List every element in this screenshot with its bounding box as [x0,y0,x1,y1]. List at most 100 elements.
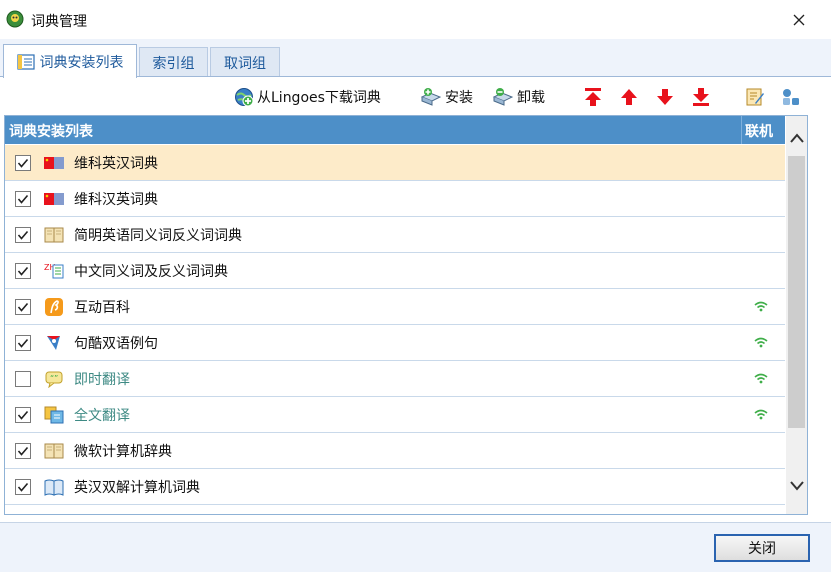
wifi-online-icon [753,300,769,316]
row-label: 微软计算机辞典 [74,444,172,460]
row-checkbox[interactable] [15,227,31,243]
edit-button[interactable] [744,86,766,108]
zh-icon: ZH [44,262,64,280]
chevron-up-icon [790,133,804,143]
table-row[interactable]: 维科汉英词典 [5,181,785,217]
checkmark-icon [17,338,29,348]
wifi-online-icon [753,336,769,352]
dialog-footer: 关闭 [0,522,831,572]
chat-icon: “” [44,370,64,389]
tab-install-list[interactable]: 词典安装列表 [3,44,137,78]
row-checkbox[interactable] [15,407,31,423]
book-icon [44,226,64,244]
row-checkbox[interactable] [15,155,31,171]
move-to-top-icon [585,88,601,106]
grid-header: 词典安装列表 联机 [5,116,785,144]
row-checkbox[interactable] [15,335,31,351]
tab-index-group[interactable]: 索引组 [139,47,208,77]
table-row[interactable]: ZH 中文同义词及反义词词典 [5,253,785,289]
main-panel: 从Lingoes下载词典 安装 卸载 词典安装列表 联机 维科英汉词典 维科汉英… [0,76,831,522]
uninstall-label: 卸载 [517,90,545,106]
table-row[interactable]: 英汉双解计算机词典 [5,469,785,505]
row-label: 即时翻译 [74,372,130,388]
download-dictionary-button[interactable]: 从Lingoes下载词典 [234,85,381,109]
row-checkbox[interactable] [15,479,31,495]
tab-bar: 词典安装列表 索引组 取词组 [0,39,831,78]
checkmark-icon [17,230,29,240]
wifi-online-icon [753,408,769,424]
uninstall-button[interactable]: 卸载 [492,85,545,109]
checkmark-icon [17,266,29,276]
row-label: 简明英语同义词反义词词典 [74,228,242,244]
row-checkbox[interactable] [15,191,31,207]
list-icon [16,53,35,70]
row-label: 维科英汉词典 [74,156,158,172]
column-divider [741,116,742,144]
blocks-icon [783,89,799,105]
window-title: 词典管理 [31,14,87,30]
row-checkbox[interactable] [15,299,31,315]
tab-label: 索引组 [152,55,195,72]
tab-label: 取词组 [224,55,266,72]
open-book-icon [44,478,64,496]
checkmark-icon [17,302,29,312]
move-down-button[interactable] [654,86,676,108]
flag-icon [44,154,64,172]
move-bottom-button[interactable] [690,86,712,108]
translate-icon [44,406,64,424]
window-close-button[interactable] [782,6,816,34]
dictionary-grid: 词典安装列表 联机 维科英汉词典维科汉英词典简明英语同义词反义词词典 ZH 中文同义… [4,115,808,515]
column-header-online[interactable]: 联机 [745,121,773,141]
row-label: 全文翻译 [74,408,130,424]
row-label: 互动百科 [74,300,130,316]
checkmark-icon [17,158,29,168]
row-checkbox[interactable] [15,371,31,387]
wifi-online-icon [753,372,769,388]
vertical-scrollbar[interactable] [786,116,807,514]
table-row[interactable]: 句酷双语例句 [5,325,785,361]
flag-icon [44,190,64,208]
arrow-down-icon [657,89,673,105]
column-header-name[interactable]: 词典安装列表 [9,121,93,141]
install-label: 安装 [445,90,473,106]
checkmark-icon [17,194,29,204]
move-to-bottom-icon [693,88,709,106]
chevron-down-icon [790,481,804,491]
title-bar: 词典管理 [0,0,831,39]
svg-text:“”: “” [50,374,58,383]
book-icon [44,442,64,460]
scroll-down-button[interactable] [786,476,807,496]
tab-capture-group[interactable]: 取词组 [210,47,280,77]
row-checkbox[interactable] [15,443,31,459]
table-row[interactable]: 简明英语同义词反义词词典 [5,217,785,253]
checkmark-icon [17,410,29,420]
row-checkbox[interactable] [15,263,31,279]
close-button[interactable]: 关闭 [714,534,810,562]
install-button[interactable]: 安装 [420,85,473,109]
row-label: 英汉双解计算机词典 [74,480,200,496]
table-row[interactable]: 微软计算机辞典 [5,433,785,469]
scroll-up-button[interactable] [786,128,807,148]
group-view-button[interactable] [780,86,802,108]
move-top-button[interactable] [582,86,604,108]
table-row[interactable]: 全文翻译 [5,397,785,433]
scroll-thumb[interactable] [788,156,805,428]
checkmark-icon [17,446,29,456]
checkmark-icon [17,482,29,492]
move-up-button[interactable] [618,86,640,108]
edit-icon [746,88,764,106]
download-label: 从Lingoes下载词典 [257,90,381,106]
uninstall-icon [492,88,514,106]
row-label: 中文同义词及反义词词典 [74,264,228,280]
table-row[interactable]: “” 即时翻译 [5,361,785,397]
lingoes-app-icon [6,10,24,28]
juku-icon [44,334,64,352]
install-icon [420,88,442,106]
arrow-up-icon [621,89,637,105]
dictionary-rows: 维科英汉词典维科汉英词典简明英语同义词反义词词典 ZH 中文同义词及反义词词典 互动百… [5,145,785,505]
globe-download-icon [235,88,254,107]
table-row[interactable]: 互动百科 [5,289,785,325]
close-icon [793,14,805,26]
table-row[interactable]: 维科英汉词典 [5,145,785,181]
row-label: 句酷双语例句 [74,336,158,352]
